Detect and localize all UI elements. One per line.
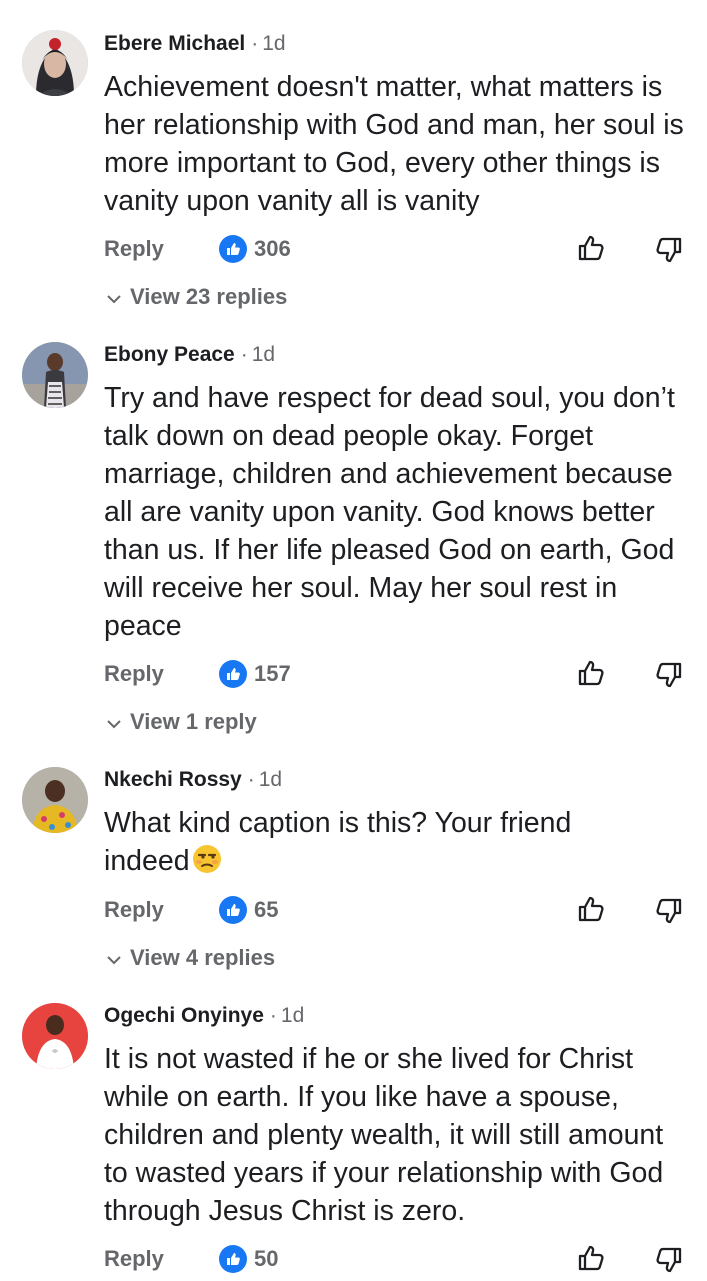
thumbs-down-icon[interactable] — [652, 895, 684, 927]
reaction-summary[interactable]: 65 — [219, 895, 278, 925]
view-replies-label: View 1 reply — [130, 709, 257, 734]
view-replies-label: View 4 replies — [130, 945, 276, 970]
reaction-summary[interactable]: 157 — [219, 659, 291, 689]
like-badge-icon — [219, 660, 247, 688]
comment-actions: Reply 50 — [104, 1242, 694, 1276]
thumbs-up-icon[interactable] — [576, 232, 608, 264]
separator-dot: · — [247, 768, 255, 791]
separator-dot: · — [240, 343, 248, 366]
author-name[interactable]: Ebony Peace — [104, 343, 235, 366]
comment-text: It is not wasted if he or she lived for … — [104, 1043, 664, 1227]
comment-text: What kind caption is this? Your friend i… — [104, 804, 624, 880]
like-badge-icon — [219, 235, 247, 263]
thumbs-down-icon[interactable] — [652, 234, 684, 266]
comment-actions: Reply 157 — [104, 657, 694, 691]
like-badge-icon — [219, 1245, 247, 1273]
avatar[interactable] — [22, 30, 88, 96]
comment-text: Achievement doesn't matter, what matters… — [104, 71, 684, 217]
chevron-down-icon — [106, 709, 122, 735]
reaction-summary[interactable]: 306 — [219, 234, 291, 264]
timestamp: 1d — [258, 768, 283, 791]
separator-dot: · — [269, 1004, 277, 1027]
reaction-summary[interactable]: 50 — [219, 1244, 278, 1274]
like-count: 65 — [254, 897, 279, 922]
author-name[interactable]: Ogechi Onyinye — [104, 1004, 264, 1027]
view-replies-link[interactable]: View 4 replies — [106, 945, 275, 971]
comment-header: Ebere Michael · 1d — [104, 32, 286, 56]
timestamp: 1d — [251, 343, 276, 366]
like-count: 157 — [254, 661, 291, 686]
comment-actions: Reply 65 — [104, 893, 694, 927]
avatar[interactable] — [22, 767, 88, 833]
reply-button[interactable]: Reply — [104, 657, 164, 691]
view-replies-label: View 23 replies — [130, 284, 288, 309]
comment-actions: Reply 306 — [104, 232, 694, 266]
comment-header: Ebony Peace · 1d — [104, 343, 275, 367]
timestamp: 1d — [262, 32, 286, 55]
comment-header: Ogechi Onyinye · 1d — [104, 1004, 304, 1028]
thumbs-down-icon[interactable] — [652, 1244, 684, 1276]
author-name[interactable]: Nkechi Rossy — [104, 768, 242, 791]
author-name[interactable]: Ebere Michael — [104, 32, 245, 55]
like-count: 50 — [254, 1246, 279, 1271]
avatar[interactable] — [22, 1003, 88, 1069]
view-replies-link[interactable]: View 1 reply — [106, 709, 257, 735]
reply-button[interactable]: Reply — [104, 893, 164, 927]
reply-button[interactable]: Reply — [104, 1242, 164, 1276]
thumbs-down-icon[interactable] — [652, 659, 684, 691]
thumbs-up-icon[interactable] — [576, 893, 608, 925]
view-replies-link[interactable]: View 23 replies — [106, 284, 287, 310]
chevron-down-icon — [106, 945, 122, 971]
like-count: 306 — [254, 236, 291, 261]
thumbs-up-icon[interactable] — [576, 1242, 608, 1274]
comment-text: Try and have respect for dead soul, you … — [104, 382, 675, 642]
reply-button[interactable]: Reply — [104, 232, 164, 266]
avatar[interactable] — [22, 342, 88, 408]
timestamp: 1d — [280, 1004, 305, 1027]
separator-dot: · — [251, 32, 259, 55]
like-badge-icon — [219, 896, 247, 924]
thumbs-up-icon[interactable] — [576, 657, 608, 689]
chevron-down-icon — [106, 284, 122, 310]
comment-text-content: What kind caption is this? Your friend i… — [104, 807, 572, 877]
unamused-face-emoji — [192, 844, 222, 874]
comment-header: Nkechi Rossy · 1d — [104, 768, 282, 792]
